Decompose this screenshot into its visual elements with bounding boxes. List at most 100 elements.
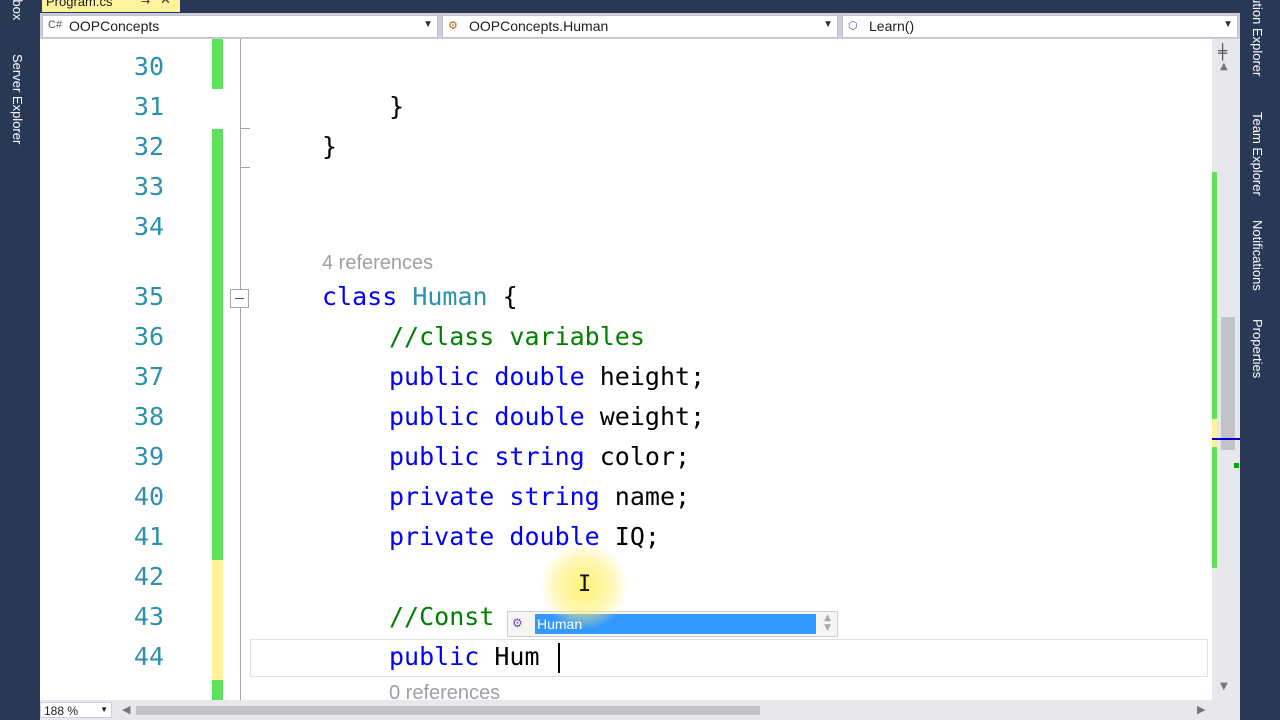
left-tool-rail: oolbox Server Explorer [0, 0, 40, 720]
outlining-guide [240, 39, 241, 700]
identifier: name; [614, 482, 691, 511]
code-line-32: } [322, 132, 338, 161]
keyword: double [494, 402, 585, 431]
keyword: private [389, 522, 495, 551]
line-number: 43 [133, 602, 164, 631]
line-number: 38 [133, 402, 164, 431]
code-line-31: } [389, 92, 405, 121]
code-line-44: public Hum [389, 642, 540, 671]
document-tab-title: Program.cs [46, 0, 113, 9]
line-number: 32 [133, 132, 164, 161]
text-caret [558, 643, 560, 673]
identifier: IQ; [614, 522, 660, 551]
change-marker-saved [212, 129, 223, 560]
ibeam-cursor-icon: I [578, 572, 592, 597]
scroll-down-icon[interactable]: ▼ [1220, 681, 1228, 692]
outlining-end-tick [240, 128, 250, 129]
keyword: public [389, 402, 480, 431]
navigation-bar: C# OOPConcepts ▼ ⚙ OOPConcepts.Human ▼ ⬡… [40, 13, 1240, 39]
scroll-right-icon[interactable]: ▶ [1197, 703, 1205, 716]
type-dropdown-value: OOPConcepts.Human [469, 18, 609, 34]
scrollbar-marker [1234, 463, 1239, 468]
scroll-left-icon[interactable]: ◀ [122, 703, 130, 716]
split-view-icon[interactable]: ╪ [1218, 43, 1227, 61]
line-number: 41 [133, 522, 164, 551]
scroll-up-icon[interactable]: ▲ [824, 613, 831, 623]
line-number: 36 [133, 322, 164, 351]
code-line-37: public double height; [389, 362, 705, 391]
properties-tab[interactable]: Properties [1250, 319, 1265, 378]
codelens-references[interactable]: 4 references [322, 252, 433, 275]
code-line-40: private string name; [389, 482, 690, 511]
change-marker-unsaved [212, 560, 223, 680]
scrollbar-caret-marker [1212, 438, 1240, 440]
keyword: public [389, 642, 480, 671]
scrollbar-change-marker [1212, 172, 1217, 568]
line-number: 35 [133, 282, 164, 311]
code-line-41: private double IQ; [389, 522, 660, 551]
type-name: Human [412, 282, 488, 311]
code-line-38: public double weight; [389, 402, 705, 431]
server-explorer-tab[interactable]: Server Explorer [10, 54, 25, 144]
identifier: weight; [599, 402, 706, 431]
method-icon: ⬡ [848, 20, 858, 32]
solution-explorer-tab[interactable]: olution Explorer [1250, 0, 1265, 76]
chevron-down-icon: ▼ [823, 19, 833, 30]
line-number: 44 [133, 642, 164, 671]
line-number: 31 [133, 92, 164, 121]
keyword: class [322, 282, 398, 311]
collapse-toggle[interactable] [230, 289, 249, 308]
team-explorer-tab[interactable]: Team Explorer [1250, 112, 1265, 196]
document-tab-program[interactable]: Program.cs → ✕ [42, 0, 180, 12]
notifications-tab[interactable]: Notifications [1250, 220, 1265, 291]
toolbox-tab[interactable]: oolbox [10, 0, 25, 20]
zoom-value: 188 % [44, 704, 79, 718]
scrollbar-change-marker [1212, 419, 1217, 447]
scroll-down-icon[interactable]: ▼ [824, 623, 831, 633]
zoom-dropdown[interactable]: 188 % ▼ [40, 702, 112, 718]
pin-icon[interactable]: → [141, 0, 150, 8]
scroll-up-icon[interactable]: ▲ [1220, 61, 1228, 72]
keyword: private [389, 482, 495, 511]
keyword: string [494, 442, 585, 471]
csharp-project-icon: C# [48, 19, 63, 31]
line-number: 42 [133, 562, 164, 591]
line-number: 37 [133, 362, 164, 391]
document-tab-strip [40, 0, 1240, 13]
vertical-scrollbar[interactable]: ╪ ▲ ▼ [1212, 39, 1240, 700]
type-dropdown[interactable]: ⚙ OOPConcepts.Human ▼ [442, 15, 838, 38]
identifier: height; [599, 362, 706, 391]
line-number: 34 [133, 212, 164, 241]
change-marker-saved [212, 39, 223, 89]
chevron-down-icon: ▼ [100, 705, 108, 714]
keyword: double [494, 362, 585, 391]
class-icon: ⚙ [512, 616, 523, 630]
right-tool-rail: olution Explorer Team Explorer Notificat… [1240, 0, 1280, 720]
identifier: color; [599, 442, 691, 471]
keyword: public [389, 442, 480, 471]
line-number: 33 [133, 172, 164, 201]
line-number: 30 [133, 52, 164, 81]
keyword: public [389, 362, 480, 391]
project-dropdown[interactable]: C# OOPConcepts ▼ [42, 15, 438, 38]
chevron-down-icon: ▼ [423, 19, 433, 30]
member-dropdown-value: Learn() [869, 18, 915, 34]
class-icon: ⚙ [448, 20, 458, 32]
close-icon[interactable]: ✕ [160, 0, 171, 8]
horizontal-scrollbar-thumb[interactable] [136, 706, 760, 715]
member-dropdown[interactable]: ⬡ Learn() ▼ [842, 15, 1238, 38]
code-line-36: //class variables [389, 322, 645, 351]
punctuation: { [502, 282, 518, 311]
project-dropdown-value: OOPConcepts [69, 18, 160, 34]
scrollbar-thumb[interactable] [1221, 317, 1235, 450]
code-line-39: public string color; [389, 442, 690, 471]
typed-text: Hum [494, 642, 540, 671]
outlining-end-tick [240, 167, 250, 168]
line-number: 39 [133, 442, 164, 471]
editor-bottom-bar: 188 % ▼ ◀ ▶ [40, 700, 1240, 720]
line-number: 40 [133, 482, 164, 511]
code-line-35: class Human { [322, 282, 518, 311]
keyword: string [509, 482, 600, 511]
change-marker-saved [212, 680, 223, 700]
chevron-down-icon: ▼ [1223, 19, 1233, 30]
